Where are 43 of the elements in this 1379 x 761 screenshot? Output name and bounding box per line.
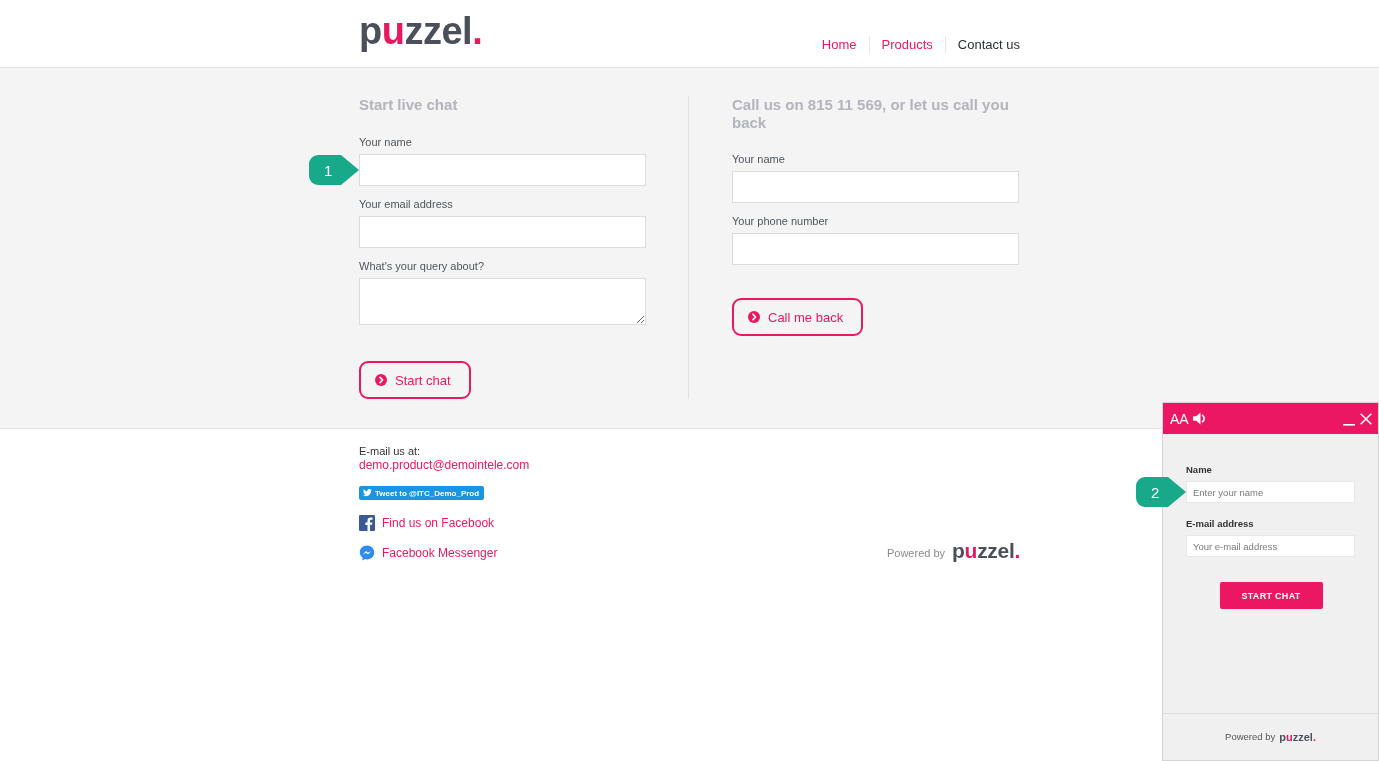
chevron-circle-icon	[748, 311, 760, 323]
field-label: Your phone number	[732, 215, 830, 228]
text-field[interactable]	[359, 216, 646, 248]
messenger-icon	[359, 545, 375, 561]
field-label: What's your query about?	[359, 260, 485, 273]
text-field[interactable]	[359, 154, 646, 186]
puzzel-logo: puzzel.	[359, 9, 483, 53]
close-icon[interactable]	[1360, 412, 1372, 425]
section-heading: Start live chat	[359, 96, 459, 114]
puzzel-logo: puzzel.	[952, 540, 1020, 562]
email-label: E-mail us at:	[359, 444, 421, 458]
step-callout: 2	[1136, 477, 1186, 507]
chevron-circle-icon	[375, 374, 387, 386]
social-link[interactable]: Find us on Facebook	[359, 515, 495, 531]
nav-link[interactable]: Home	[809, 36, 869, 53]
social-link[interactable]: Facebook Messenger	[359, 545, 498, 561]
puzzel-logo: puzzel.	[1279, 730, 1316, 744]
field-label: Name	[1186, 464, 1213, 476]
text-size-button[interactable]: AA	[1170, 410, 1189, 427]
tweet-button[interactable]: Tweet to @ITC_Demo_Prod	[359, 486, 485, 500]
nav-link[interactable]: Products	[868, 36, 945, 53]
field-label: Your name	[359, 136, 413, 149]
text-area-field[interactable]	[359, 278, 646, 325]
call-back-button[interactable]: Call me back	[732, 298, 864, 336]
section-heading: Call us on 815 11 569, or let us call you back	[732, 96, 1010, 132]
powered-by-text: Powered by	[886, 545, 946, 560]
email-link[interactable]: demo.product@demointele.com	[359, 458, 530, 472]
step-callout: 1	[309, 155, 359, 185]
start-chat-button[interactable]: START CHAT	[1219, 582, 1323, 609]
text-field[interactable]	[732, 171, 1019, 203]
bird-icon	[363, 489, 372, 497]
nav-link[interactable]: Contact us	[944, 36, 1020, 53]
field-label: E-mail address	[1186, 518, 1255, 530]
text-field[interactable]: Your e-mail address	[1186, 535, 1355, 557]
start-chat-button[interactable]: Start chat	[359, 361, 471, 399]
minimize-icon[interactable]	[1343, 423, 1355, 426]
field-label: Your name	[732, 153, 786, 166]
field-label: Your email address	[359, 198, 454, 211]
facebook-icon	[359, 515, 375, 531]
powered-by-text: Powered by	[1225, 731, 1276, 743]
text-field[interactable]	[732, 233, 1019, 265]
text-field[interactable]: Enter your name	[1186, 481, 1355, 503]
speaker-icon[interactable]	[1192, 412, 1207, 425]
